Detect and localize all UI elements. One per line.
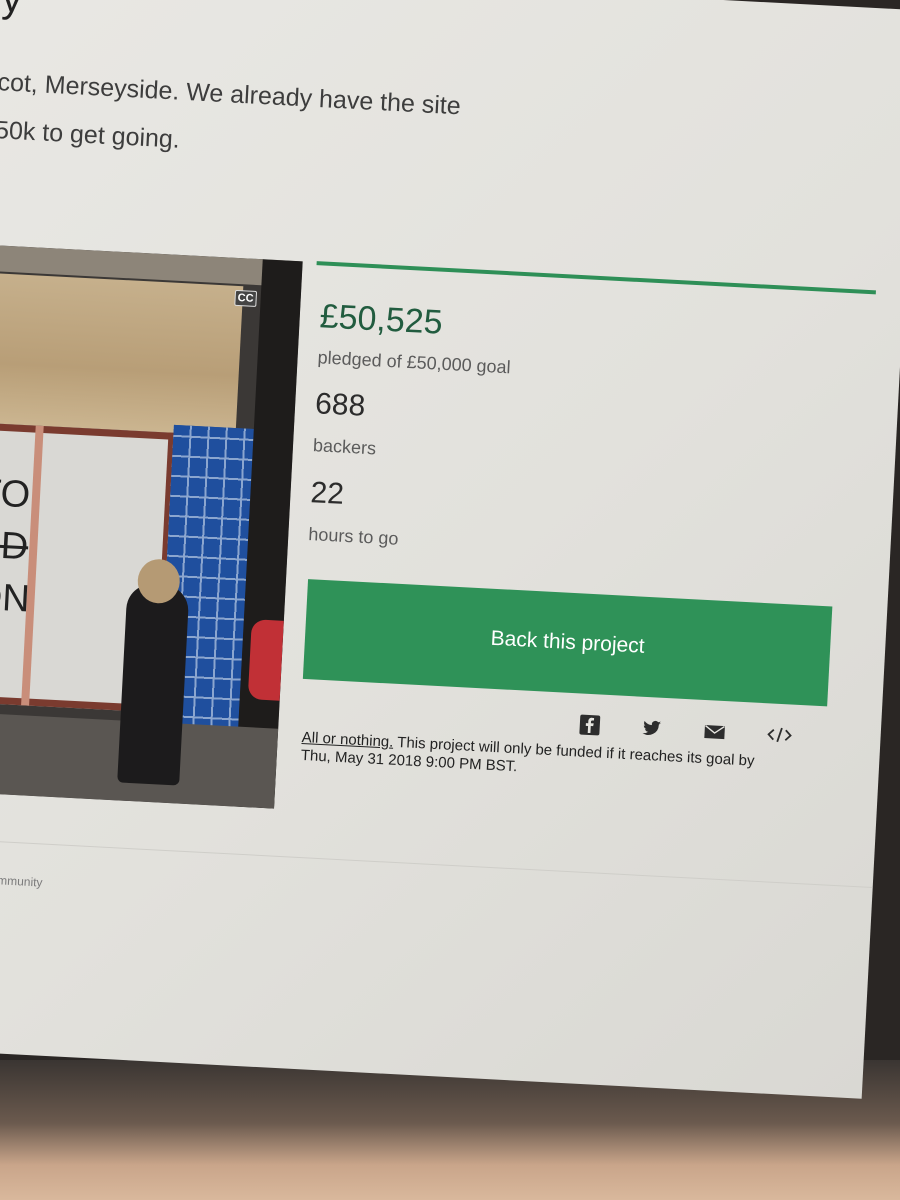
facebook-icon[interactable] (578, 713, 601, 736)
photo-sign-board (0, 272, 244, 437)
embed-icon[interactable] (765, 723, 794, 746)
graffiti-line-3: ON (0, 575, 31, 621)
backers-label: backers (312, 435, 377, 459)
graffiti-line-1: TO (0, 471, 32, 517)
footer-divider (0, 836, 873, 889)
hours-to-go-label: hours to go (307, 524, 399, 549)
photo-red-figure (247, 619, 284, 701)
photo-person (117, 582, 190, 786)
footer-community-link[interactable]: Community (0, 872, 43, 889)
project-blurb: cot, Merseyside. We already have the sit… (0, 58, 538, 182)
project-title-fragment: y (1, 0, 23, 22)
backers-count: 688 (314, 387, 367, 423)
back-this-project-button[interactable]: Back this project (302, 579, 833, 707)
graffiti-line-2: ED (0, 523, 30, 569)
cc-badge: CC (234, 289, 257, 307)
email-icon[interactable] (703, 720, 726, 743)
project-image[interactable]: TO ED ON CC (0, 244, 303, 809)
pledged-amount: £50,525 (318, 297, 444, 342)
hours-to-go-count: 22 (309, 476, 345, 511)
pledged-label: pledged of £50,000 goal (317, 347, 512, 378)
browser-page: y cot, Merseyside. We already have the s… (0, 0, 900, 1099)
funding-progress-bar (316, 261, 876, 295)
twitter-icon[interactable] (640, 717, 663, 740)
